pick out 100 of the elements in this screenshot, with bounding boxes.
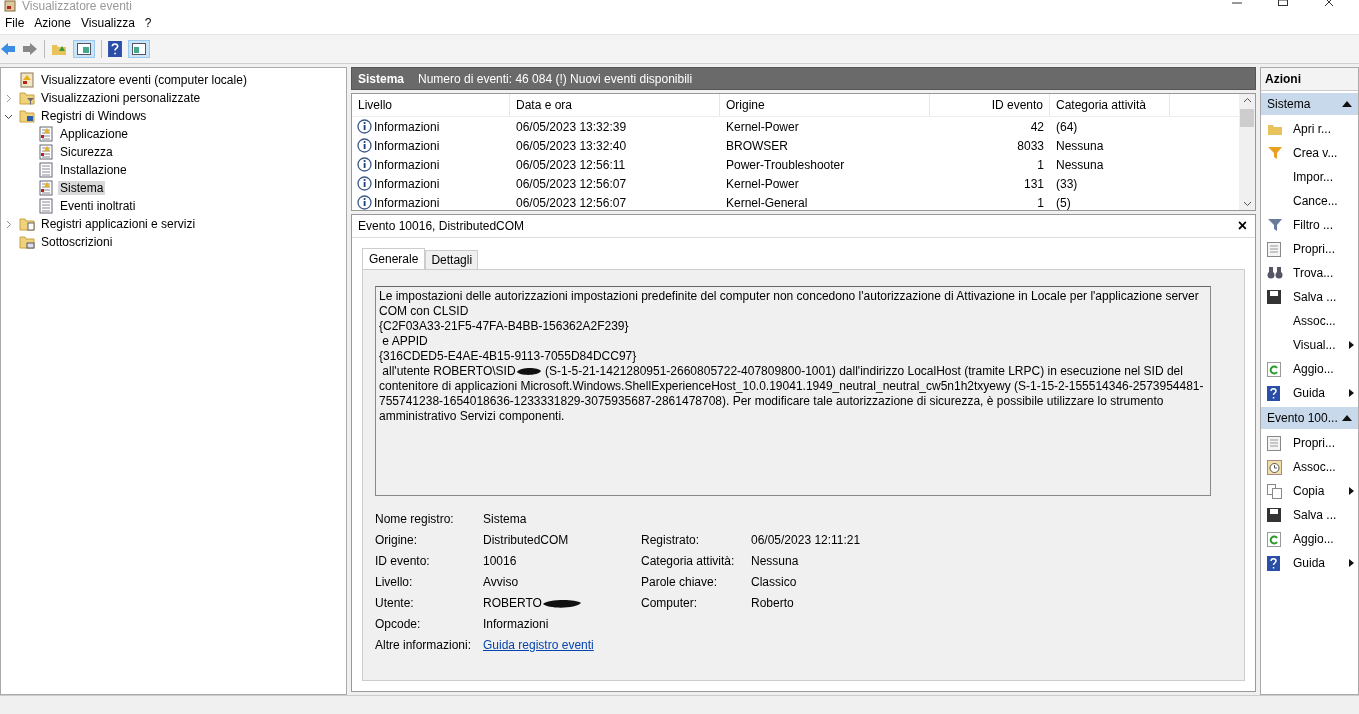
action-pane-button[interactable] (128, 40, 150, 58)
scroll-down-icon[interactable] (1242, 201, 1252, 207)
section-header[interactable]: Evento 100... (1261, 407, 1358, 429)
help-link[interactable]: Guida registro eventi (483, 638, 594, 653)
table-cell-text: 06/05/2023 12:56:07 (515, 176, 628, 191)
window-title: Visualizzatore eventi (22, 1, 132, 12)
back-arrow-icon[interactable] (0, 42, 16, 56)
action-item[interactable]: Cance... (1261, 189, 1358, 213)
action-item[interactable]: Aggio... (1261, 527, 1358, 551)
tree-item[interactable]: Visualizzatore eventi (computer locale) (1, 71, 249, 89)
action-item[interactable]: Propri... (1261, 431, 1358, 455)
folder-icon (19, 108, 35, 124)
field-label: ID evento: (375, 554, 431, 569)
field-value: 06/05/2023 12:11:21 (751, 533, 861, 547)
tree-item[interactable]: Registri di Windows (1, 107, 149, 125)
action-item[interactable]: Propri... (1261, 237, 1358, 261)
table-cell: Informazioni (374, 176, 440, 191)
show-pane-button[interactable] (73, 40, 95, 58)
tree-item[interactable]: Sottoscrizioni (1, 233, 115, 251)
field-label: Origine: (375, 533, 419, 548)
redaction-mark (515, 367, 542, 376)
field-label: Livello: (375, 575, 414, 590)
event-count: Numero di eventi: 46 084 (!) Nuovi eventi disponibili (418, 71, 693, 86)
tree-item[interactable]: Applicazione (1, 125, 131, 143)
close-button[interactable]: × (1237, 217, 1247, 235)
tree-item[interactable]: Registri applicazioni e servizi (1, 215, 198, 233)
field-label: Utente: (375, 596, 415, 611)
column-header[interactable]: ID evento (930, 94, 1050, 116)
log-warning-icon (38, 180, 54, 196)
collapse-triangle-icon[interactable] (1342, 101, 1352, 107)
event-viewer-icon (19, 72, 35, 88)
action-item[interactable]: Guida (1261, 381, 1358, 405)
message-text: Le impostazioni delle autorizzazioni impostazioni predefinite del computer non concedono l'autorizzazione di Attivazione in Locale per l'applicazione server COM con CLSID (379, 289, 1200, 319)
column-header[interactable]: Livello (352, 94, 510, 116)
menu-item[interactable]: File (0, 16, 30, 30)
tree-item[interactable]: Installazione (1, 161, 129, 179)
action-item[interactable]: Impor... (1261, 165, 1358, 189)
table-cell: Informazioni (374, 138, 440, 153)
scroll-up-icon[interactable] (1242, 97, 1252, 103)
minimize-icon[interactable] (1231, 0, 1243, 6)
column-header[interactable]: Origine (720, 94, 930, 116)
column-header[interactable]: Categoria attività (1050, 94, 1170, 116)
field-value: ROBERTO (483, 596, 542, 611)
tree-item[interactable]: Eventi inoltrati (1, 197, 138, 215)
scrollbar[interactable] (1239, 94, 1255, 210)
table-cell-text: 06/05/2023 13:32:39 (515, 119, 628, 134)
help-icon[interactable] (108, 41, 122, 57)
action-item[interactable]: Filtro ... (1261, 213, 1358, 237)
log-warning-icon (38, 144, 54, 160)
maximize-icon[interactable] (1277, 0, 1289, 6)
column-header[interactable]: Data e ora (510, 94, 720, 116)
action-item[interactable]: Assoc... (1261, 455, 1358, 479)
message-text: e APPID (381, 334, 429, 349)
log-warning-icon (38, 126, 54, 142)
tree-item[interactable]: Visualizzazioni personalizzate (1, 89, 203, 107)
field-label: Opcode: (375, 617, 422, 632)
tab[interactable]: Generale (362, 248, 426, 269)
actions-title: Azioni (1261, 68, 1358, 91)
field-value: Classico (751, 575, 797, 589)
section-header[interactable]: Sistema (1261, 93, 1358, 115)
table-cell-text: Nessuna (1055, 157, 1105, 172)
tree-item[interactable]: Sistema (1, 179, 106, 197)
forward-arrow-icon[interactable] (22, 42, 38, 56)
close-icon[interactable] (1323, 0, 1335, 6)
field-value: DistributedCOM (483, 533, 569, 548)
info-icon (357, 138, 372, 153)
action-item[interactable]: Assoc... (1261, 309, 1358, 333)
action-item[interactable]: Apri r... (1261, 117, 1358, 141)
properties-icon (1267, 241, 1281, 257)
table-cell: Informazioni (374, 119, 440, 134)
collapse-triangle-icon[interactable] (1342, 415, 1352, 421)
refresh-icon (1267, 361, 1281, 377)
copy-icon (1267, 483, 1282, 499)
action-item[interactable]: Salva ... (1261, 285, 1358, 309)
action-item[interactable]: Trova... (1261, 261, 1358, 285)
menu-item[interactable]: ? (139, 16, 157, 30)
table-cell-text: BROWSER (725, 138, 789, 153)
field-value: 10016 (483, 554, 517, 569)
menu-item[interactable]: Azione (29, 16, 77, 30)
table-cell-text: Power-Troubleshooter (725, 157, 846, 172)
tab[interactable]: Dettagli (425, 250, 479, 269)
field-label: Categoria attività: (641, 554, 735, 568)
table-cell-text: 06/05/2023 12:56:11 (515, 157, 627, 172)
action-item[interactable]: Copia (1261, 479, 1358, 503)
field-value: Informazioni (483, 617, 549, 632)
tree-item[interactable]: Sicurezza (1, 143, 115, 161)
table-cell-text: Nessuna (1055, 138, 1105, 153)
action-item[interactable]: Aggio... (1261, 357, 1358, 381)
table-cell: Informazioni (374, 195, 440, 210)
action-item[interactable]: Salva ... (1261, 503, 1358, 527)
action-item[interactable]: Visual... (1261, 333, 1358, 357)
folder-icon (19, 234, 35, 250)
field-label: Parole chiave: (641, 575, 718, 589)
scroll-thumb[interactable] (1240, 109, 1254, 127)
folder-up-icon[interactable] (51, 42, 67, 56)
refresh-icon (1267, 531, 1281, 547)
table-cell-text: 1 (1036, 157, 1045, 172)
action-item[interactable]: Guida (1261, 551, 1358, 575)
action-item[interactable]: Crea v... (1261, 141, 1358, 165)
menu-item[interactable]: Visualizza (76, 16, 140, 30)
